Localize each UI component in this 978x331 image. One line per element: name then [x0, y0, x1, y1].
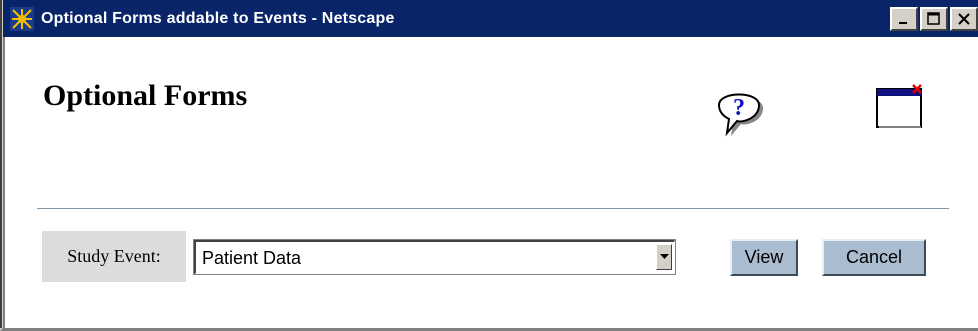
page-title: Optional Forms: [43, 79, 248, 112]
maximize-icon[interactable]: [920, 7, 948, 31]
svg-text:?: ?: [733, 95, 745, 121]
window-title: Optional Forms addable to Events - Netsc…: [41, 9, 395, 27]
netscape-icon[interactable]: [9, 6, 35, 32]
cancel-button[interactable]: Cancel: [822, 239, 926, 276]
window-controls: [888, 7, 978, 31]
close-icon[interactable]: [950, 7, 978, 31]
help-icon[interactable]: ?: [711, 85, 767, 139]
close-window-icon[interactable]: [871, 81, 927, 133]
chevron-down-icon[interactable]: [656, 244, 672, 270]
view-button[interactable]: View: [730, 239, 798, 276]
study-event-label: Study Event:: [42, 231, 186, 282]
browser-window: Optional Forms addable to Events - Netsc…: [0, 0, 978, 331]
study-event-select[interactable]: Patient Data: [193, 239, 676, 275]
divider: [37, 208, 949, 209]
study-event-value: Patient Data: [202, 248, 302, 268]
minimize-icon[interactable]: [890, 7, 918, 31]
title-bar[interactable]: Optional Forms addable to Events - Netsc…: [3, 0, 978, 37]
page-content: Optional Forms ? Study Event: Patient Da…: [3, 37, 978, 328]
